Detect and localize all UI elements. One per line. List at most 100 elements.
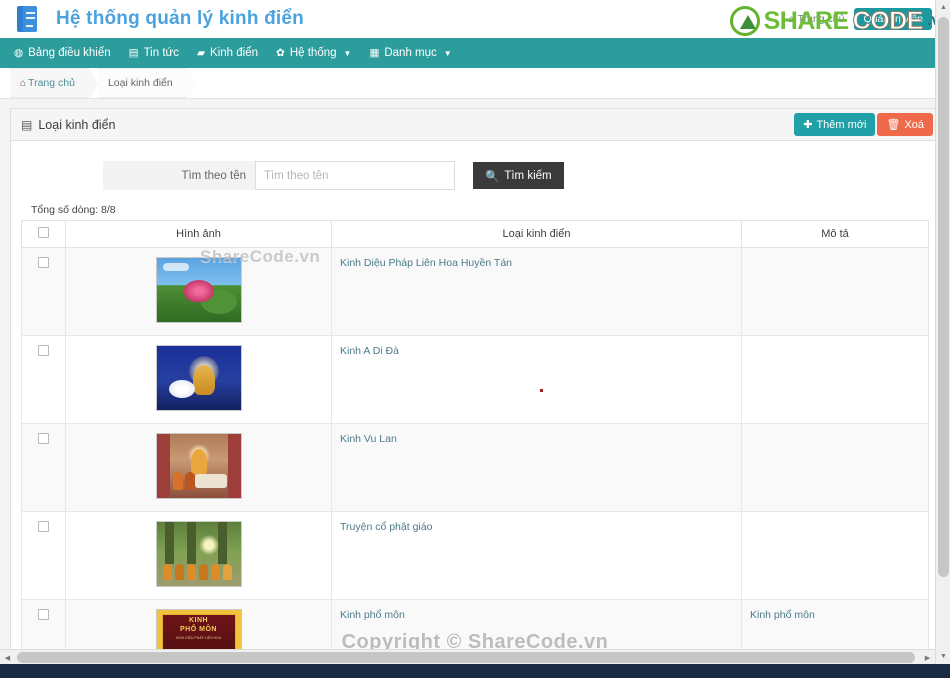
table-scroll-container: Hình ảnh Loại kinh điển Mô tả Kinh Diệu … <box>21 220 929 678</box>
trash-icon: 🗑 <box>886 119 901 131</box>
column-header-description: Mô tả <box>741 220 929 248</box>
scroll-down-arrow-icon[interactable]: ▼ <box>936 649 950 664</box>
breadcrumb: ⌂ Trang chủ Loại kinh điển <box>0 68 950 100</box>
dashboard-icon: ◍ <box>14 46 24 59</box>
breadcrumb-label-home: Trang chủ <box>28 77 75 89</box>
app-root: Hệ thống quản lý kinh điển ⌂ Trang chủ Q… <box>0 0 950 678</box>
breadcrumb-item-home[interactable]: ⌂ Trang chủ <box>10 68 98 100</box>
search-label: Tìm theo tên <box>103 161 255 190</box>
sharecode-mark-icon <box>729 6 760 36</box>
row-select-cell <box>21 511 66 600</box>
home-icon: ⌂ <box>788 13 795 25</box>
panel-body: Tìm theo tên 🔍 Tìm kiếm Tổng số dòng: 8/… <box>11 141 939 678</box>
column-header-select <box>21 220 66 248</box>
panel-header: ▤ Loại kinh điển ✚ Thêm mới 🗑 Xoá <box>11 109 939 141</box>
table-icon: ▤ <box>21 117 33 132</box>
select-all-checkbox[interactable] <box>38 227 49 238</box>
breadcrumb-label-current: Loại kinh điển <box>107 77 173 89</box>
row-checkbox[interactable] <box>38 257 49 268</box>
nav-label-scriptures: Kinh điển <box>210 47 259 59</box>
nav-label-dashboard: Bảng điều khiển <box>28 47 111 59</box>
row-checkbox[interactable] <box>38 345 49 356</box>
nav-item-news[interactable]: ▤ Tin tức <box>129 47 179 59</box>
chevron-down-icon: ▼ <box>343 48 352 58</box>
header-home-label: Trang chủ <box>797 13 845 25</box>
table-header-row: Hình ảnh Loại kinh điển Mô tả <box>21 220 929 248</box>
table-row[interactable]: Kinh Vu Lan <box>21 423 929 512</box>
table-body: Kinh Diệu Pháp Liên Hoa Huyền Tán Kinh A… <box>21 247 929 678</box>
search-row: Tìm theo tên 🔍 Tìm kiếm <box>21 161 929 190</box>
row-desc-cell <box>741 423 929 512</box>
row-type-cell[interactable]: Kinh Diệu Pháp Liên Hoa Huyền Tán <box>331 247 742 336</box>
row-checkbox[interactable] <box>38 521 49 532</box>
nav-item-system[interactable]: ✿ Hệ thống ▼ <box>276 47 351 59</box>
scripture-type-table: Hình ảnh Loại kinh điển Mô tả Kinh Diệu … <box>21 220 929 678</box>
row-desc-cell <box>741 335 929 424</box>
breadcrumb-item-current[interactable]: Loại kinh điển <box>97 68 196 100</box>
panel-actions: ✚ Thêm mới 🗑 Xoá <box>794 113 933 136</box>
horizontal-scroll-thumb[interactable] <box>17 652 915 663</box>
nav-label-system: Hệ thống <box>289 47 337 59</box>
search-button-label: Tìm kiếm <box>504 169 552 182</box>
add-new-label: Thêm mới <box>816 118 867 131</box>
delete-label: Xoá <box>904 118 924 131</box>
panel-title: ▤ Loại kinh điển <box>21 118 116 132</box>
book-cover-line3: KINH DIỆU PHÁP LIÊN HOA <box>175 636 222 640</box>
nav-item-dashboard[interactable]: ◍ Bảng điều khiển <box>14 47 111 59</box>
nav-label-catalog: Danh mục <box>384 47 437 59</box>
nav-item-scriptures[interactable]: ▰ Kinh điển <box>197 47 258 59</box>
row-image-cell <box>65 511 332 600</box>
scroll-right-arrow-icon[interactable]: ▶ <box>920 650 935 665</box>
row-image-cell <box>65 335 332 424</box>
book-cover-line2: PHỔ MÔN <box>180 626 217 633</box>
nav-label-news: Tin tức <box>143 47 179 59</box>
scroll-left-arrow-icon[interactable]: ◀ <box>0 650 15 665</box>
lotus-pink-photo <box>155 257 242 323</box>
header-home-link[interactable]: ⌂ Trang chủ <box>789 13 845 25</box>
gear-icon: ✿ <box>276 46 285 59</box>
table-row[interactable]: Kinh Diệu Pháp Liên Hoa Huyền Tán <box>21 247 929 336</box>
row-type-cell[interactable]: Kinh Vu Lan <box>331 423 742 512</box>
row-desc-cell <box>741 511 929 600</box>
scroll-up-arrow-icon[interactable]: ▲ <box>936 0 950 15</box>
table-row[interactable]: Truyện cổ phật giáo <box>21 511 929 600</box>
list-icon: ▦ <box>369 46 380 59</box>
vertical-scroll-thumb[interactable] <box>938 17 949 577</box>
panel-title-label: Loại kinh điển <box>38 117 116 132</box>
row-select-cell <box>21 247 66 336</box>
row-type-cell[interactable]: Truyện cổ phật giáo <box>331 511 742 600</box>
buddha-forest-teaching-photo <box>155 521 242 587</box>
book-icon <box>17 6 37 32</box>
row-image-cell <box>65 423 332 512</box>
news-icon: ▤ <box>128 46 139 59</box>
delete-button[interactable]: 🗑 Xoá <box>877 113 933 136</box>
vertical-scrollbar[interactable]: ▲ ▼ <box>935 0 950 664</box>
row-select-cell <box>21 335 66 424</box>
page-title: Hệ thống quản lý kinh điển <box>56 8 304 29</box>
book-cover-line1: KINH <box>188 617 209 624</box>
row-image-cell <box>65 247 332 336</box>
cursor-dot <box>540 389 543 392</box>
search-button[interactable]: 🔍 Tìm kiếm <box>473 162 564 189</box>
row-checkbox[interactable] <box>38 433 49 444</box>
add-new-button[interactable]: ✚ Thêm mới <box>794 113 876 136</box>
nav-item-catalog[interactable]: ▦ Danh mục ▼ <box>369 47 451 59</box>
row-desc-cell <box>741 247 929 336</box>
plus-icon: ✚ <box>803 119 813 131</box>
table-row[interactable]: Kinh A Di Đà <box>21 335 929 424</box>
content-panel: ▤ Loại kinh điển ✚ Thêm mới 🗑 Xoá Tìm th… <box>10 108 940 678</box>
main-navbar: ◍ Bảng điều khiển ▤ Tin tức ▰ Kinh điển … <box>0 38 950 68</box>
total-rows-label: Tổng số dòng: 8/8 <box>31 204 116 216</box>
row-checkbox[interactable] <box>38 609 49 620</box>
account-button[interactable]: Quản trị viên <box>854 8 932 30</box>
chevron-down-icon: ▼ <box>443 48 452 58</box>
search-input[interactable] <box>255 161 455 190</box>
book-icon: ▰ <box>196 46 206 59</box>
buddha-white-lotus-photo <box>155 345 242 411</box>
home-icon: ⌂ <box>20 77 27 89</box>
row-select-cell <box>21 423 66 512</box>
search-icon: 🔍 <box>485 170 500 183</box>
horizontal-scrollbar[interactable]: ◀ ▶ <box>0 649 935 664</box>
column-header-image: Hình ảnh <box>65 220 332 248</box>
row-type-cell[interactable]: Kinh A Di Đà <box>331 335 742 424</box>
